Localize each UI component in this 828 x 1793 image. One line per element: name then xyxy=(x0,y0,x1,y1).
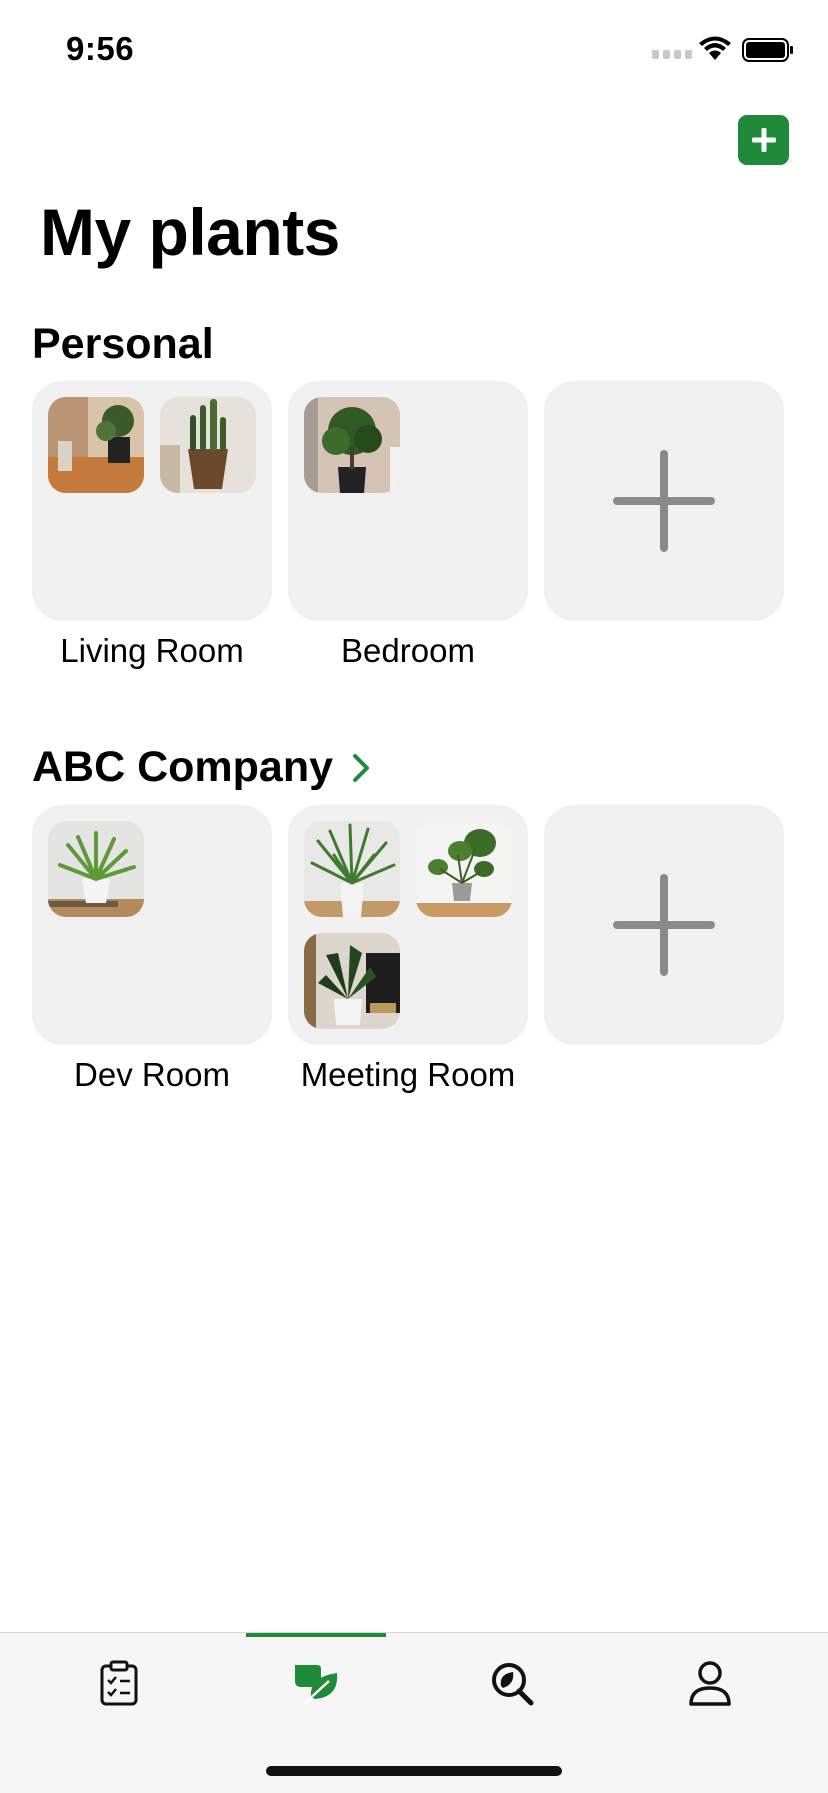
group-title-personal: Personal xyxy=(32,320,214,368)
chevron-right-icon xyxy=(353,753,370,782)
wifi-icon xyxy=(699,36,731,60)
add-plant-button[interactable] xyxy=(738,115,789,165)
room-card-bedroom[interactable] xyxy=(288,381,528,621)
cellular-signal-icon xyxy=(652,50,692,59)
plant-photo xyxy=(160,397,256,493)
tab-search[interactable] xyxy=(443,1633,583,1733)
plant-photo xyxy=(304,821,400,917)
add-room-button-personal[interactable] xyxy=(544,381,784,621)
group-header-abc-company[interactable]: ABC Company xyxy=(32,743,371,792)
room-label-meeting-room: Meeting Room xyxy=(300,1056,516,1093)
page-title: My plants xyxy=(40,195,340,269)
leaf-icon xyxy=(295,1665,338,1704)
room-label-living-room: Living Room xyxy=(60,632,244,669)
profile-icon xyxy=(689,1661,731,1706)
room-card-dev-room[interactable] xyxy=(32,805,272,1045)
room-label-bedroom: Bedroom xyxy=(341,632,475,669)
plant-photo xyxy=(48,397,144,493)
tab-tasks[interactable] xyxy=(49,1633,189,1733)
search-leaf-icon xyxy=(492,1663,534,1706)
tab-plants[interactable] xyxy=(246,1633,386,1733)
room-card-meeting-room[interactable] xyxy=(288,805,528,1045)
plus-icon xyxy=(613,874,715,976)
plant-photo xyxy=(48,821,144,917)
plant-photo xyxy=(304,397,400,493)
clipboard-checklist-icon xyxy=(100,1660,138,1706)
group-title-abc-company: ABC Company xyxy=(32,743,334,791)
plant-photo xyxy=(304,933,400,1029)
room-label-dev-room: Dev Room xyxy=(74,1056,230,1093)
battery-icon xyxy=(742,38,793,62)
plus-icon xyxy=(613,450,715,552)
plus-icon xyxy=(751,128,776,152)
status-time: 9:56 xyxy=(66,30,135,67)
plant-photo xyxy=(416,821,512,917)
tab-profile[interactable] xyxy=(640,1633,780,1733)
home-indicator xyxy=(266,1766,562,1776)
add-room-button-abc-company[interactable] xyxy=(544,805,784,1045)
room-card-living-room[interactable] xyxy=(32,381,272,621)
